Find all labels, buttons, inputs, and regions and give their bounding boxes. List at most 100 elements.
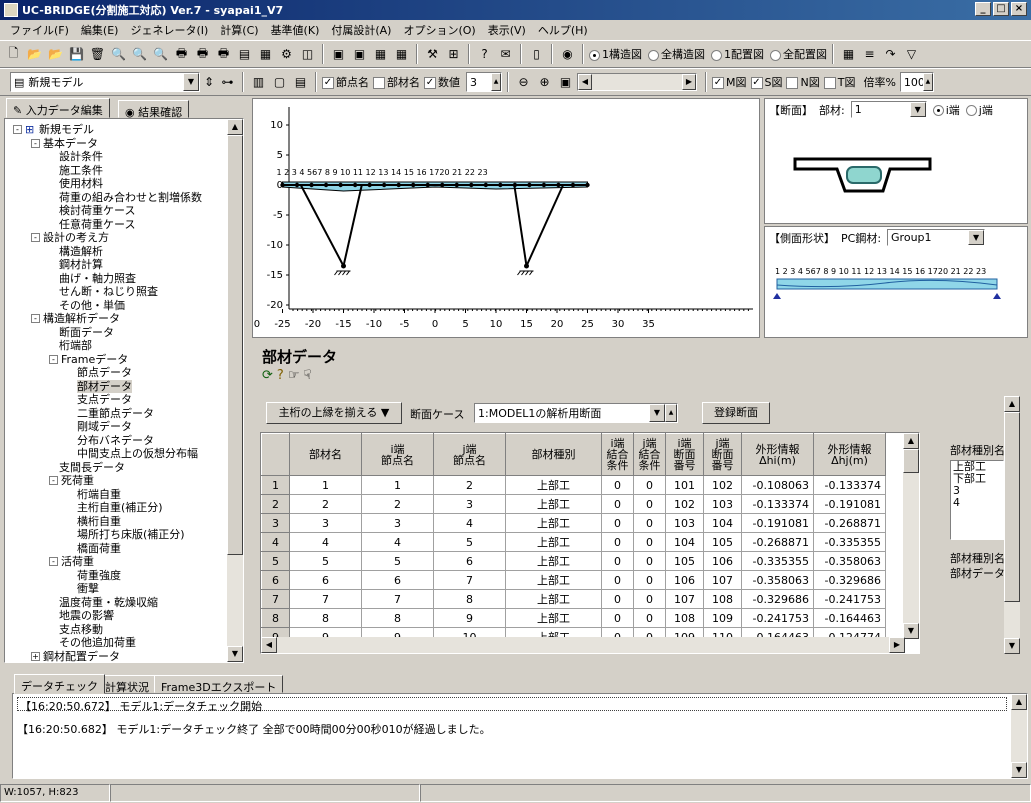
- table-cell[interactable]: 106: [665, 570, 704, 590]
- table-cell[interactable]: -0.191081: [741, 513, 814, 533]
- tree-item[interactable]: 主桁自重(補正分): [77, 501, 163, 514]
- minimize-button[interactable]: _: [975, 2, 991, 16]
- table-hscroll[interactable]: ◀ ▶: [261, 637, 905, 653]
- tree-item[interactable]: 剛域データ: [77, 420, 132, 433]
- table-cell[interactable]: 106: [703, 551, 742, 571]
- table-cell[interactable]: 104: [703, 513, 742, 533]
- table-cell[interactable]: 上部工: [505, 532, 602, 552]
- tree-item[interactable]: 桁端自重: [77, 488, 121, 501]
- section-case-select[interactable]: 1:MODEL1の解析用断面 ▼ ▲: [474, 403, 678, 423]
- col-member-type[interactable]: 部材種別: [505, 433, 602, 476]
- register-section-button[interactable]: 登録断面: [702, 402, 770, 424]
- table-cell[interactable]: -0.335355: [813, 532, 886, 552]
- zoom-icon[interactable]: 🔍: [109, 45, 128, 64]
- tree-item[interactable]: その他追加荷重: [59, 636, 136, 649]
- table-cell[interactable]: 0: [601, 589, 634, 609]
- align-top-edge-button[interactable]: 主桁の上縁を揃える ▼: [266, 402, 402, 424]
- table-cell[interactable]: 0: [601, 570, 634, 590]
- tree-item[interactable]: 支点データ: [77, 393, 132, 406]
- menu-option[interactable]: オプション(O): [397, 22, 481, 38]
- zoom-in-icon[interactable]: 🔍: [130, 45, 149, 64]
- member-type-list[interactable]: 上部工 下部工 3 4: [950, 460, 1004, 540]
- tree-item[interactable]: 鋼材計算: [59, 258, 103, 271]
- tree-item[interactable]: 橋面荷重: [77, 542, 121, 555]
- message-icon[interactable]: ✉: [496, 45, 515, 64]
- maximize-button[interactable]: □: [993, 2, 1009, 16]
- table-row[interactable]: 4 4 4 5 上部工 0 0 104 105 -0.268871 -0.335355: [261, 532, 886, 552]
- tree-item[interactable]: 荷重強度: [77, 569, 121, 582]
- col-i-section[interactable]: i端 断面 番号: [665, 433, 704, 476]
- table-cell[interactable]: 8: [289, 608, 362, 628]
- menu-standard[interactable]: 基準値(K): [265, 22, 326, 38]
- tree-item[interactable]: 曲げ・軸力照査: [59, 272, 136, 285]
- table-cell[interactable]: 7: [361, 589, 434, 609]
- table-cell[interactable]: 0: [633, 475, 666, 495]
- new-file-icon[interactable]: 🗋: [4, 45, 23, 64]
- view-radio-3[interactable]: 1配置図: [711, 46, 764, 62]
- member-select[interactable]: 1 ▼: [850, 101, 927, 118]
- tree-item[interactable]: 場所打ち床版(補正分): [77, 528, 185, 541]
- table-cell[interactable]: 0: [633, 570, 666, 590]
- align-icon[interactable]: ≡: [860, 45, 879, 64]
- table-cell[interactable]: 2: [361, 494, 434, 514]
- table-cell[interactable]: 2: [433, 475, 506, 495]
- col-j-node[interactable]: j端 節点名: [433, 433, 506, 476]
- col-member-name[interactable]: 部材名: [289, 433, 362, 476]
- table-cell[interactable]: 5: [289, 551, 362, 571]
- table-cell[interactable]: 5: [433, 532, 506, 552]
- tree-item[interactable]: 中間支点上の仮想分布幅: [77, 447, 198, 460]
- table-cell[interactable]: 9: [433, 608, 506, 628]
- grid-icon[interactable]: ▦: [839, 45, 858, 64]
- m-diagram-checkbox[interactable]: ✓ M図: [712, 74, 747, 90]
- zoom-out-icon[interactable]: 🔍: [151, 45, 170, 64]
- table-cell[interactable]: 102: [665, 494, 704, 514]
- col-i-joint[interactable]: i端 結合 条件: [601, 433, 634, 476]
- table-cell[interactable]: 103: [665, 513, 704, 533]
- tree-item[interactable]: 断面データ: [59, 326, 114, 339]
- tree-item[interactable]: 鋼材配置データ: [43, 650, 120, 663]
- print-all-icon[interactable]: 🖶: [193, 45, 212, 64]
- tree-item[interactable]: その他・単価: [59, 299, 125, 312]
- table-cell[interactable]: 上部工: [505, 551, 602, 571]
- tree-item[interactable]: 二重節点データ: [77, 407, 154, 420]
- tree-item[interactable]: 部材データ: [77, 379, 132, 393]
- tab-frame3d-export[interactable]: Frame3Dエクスポート: [154, 675, 284, 694]
- tree-item[interactable]: 地震の影響: [59, 609, 114, 622]
- table-cell[interactable]: 上部工: [505, 494, 602, 514]
- refresh-icon[interactable]: ⟳: [262, 368, 273, 383]
- globe-icon[interactable]: ◉: [558, 45, 577, 64]
- table-cell[interactable]: 上部工: [505, 475, 602, 495]
- menu-attached[interactable]: 付属設計(A): [325, 22, 397, 38]
- table-cell[interactable]: -0.241753: [813, 589, 886, 609]
- table-cell[interactable]: -0.108063: [741, 475, 814, 495]
- table-cell[interactable]: 107: [665, 589, 704, 609]
- spin-icon[interactable]: ⇕: [202, 73, 216, 92]
- menu-view[interactable]: 表示(V): [482, 22, 532, 38]
- t-diagram-checkbox[interactable]: T図: [823, 74, 855, 90]
- table-cell[interactable]: -0.241753: [741, 608, 814, 628]
- table-cell[interactable]: 1: [289, 475, 362, 495]
- table-cell[interactable]: 7: [433, 570, 506, 590]
- table-cell[interactable]: 102: [703, 475, 742, 495]
- tree-icon[interactable]: ⊶: [218, 73, 237, 92]
- table-cell[interactable]: 6: [433, 551, 506, 571]
- table-cell[interactable]: 104: [665, 532, 704, 552]
- table-cell[interactable]: 105: [703, 532, 742, 552]
- table-cell[interactable]: 0: [633, 589, 666, 609]
- log-vscroll[interactable]: ▲ ▼: [1011, 694, 1027, 778]
- tree-scrollbar[interactable]: ▲ ▼: [227, 119, 243, 662]
- layout1-icon[interactable]: ▥: [249, 73, 268, 92]
- tree-item[interactable]: 検討荷重ケース: [59, 204, 135, 217]
- row-header[interactable]: 5: [261, 551, 290, 571]
- tree-item[interactable]: 桁端部: [59, 339, 92, 352]
- collapse-icon[interactable]: -: [49, 476, 58, 485]
- table-cell[interactable]: 0: [633, 551, 666, 571]
- hand-icon[interactable]: ☟: [303, 368, 311, 383]
- table-cell[interactable]: 6: [361, 570, 434, 590]
- member-name-checkbox[interactable]: 部材名: [373, 74, 420, 90]
- tree-item[interactable]: 設計条件: [59, 150, 103, 163]
- table-cell[interactable]: 0: [633, 532, 666, 552]
- pipe-icon[interactable]: ▯: [527, 45, 546, 64]
- print-icon[interactable]: 🖶: [172, 45, 191, 64]
- table-cell[interactable]: -0.329686: [741, 589, 814, 609]
